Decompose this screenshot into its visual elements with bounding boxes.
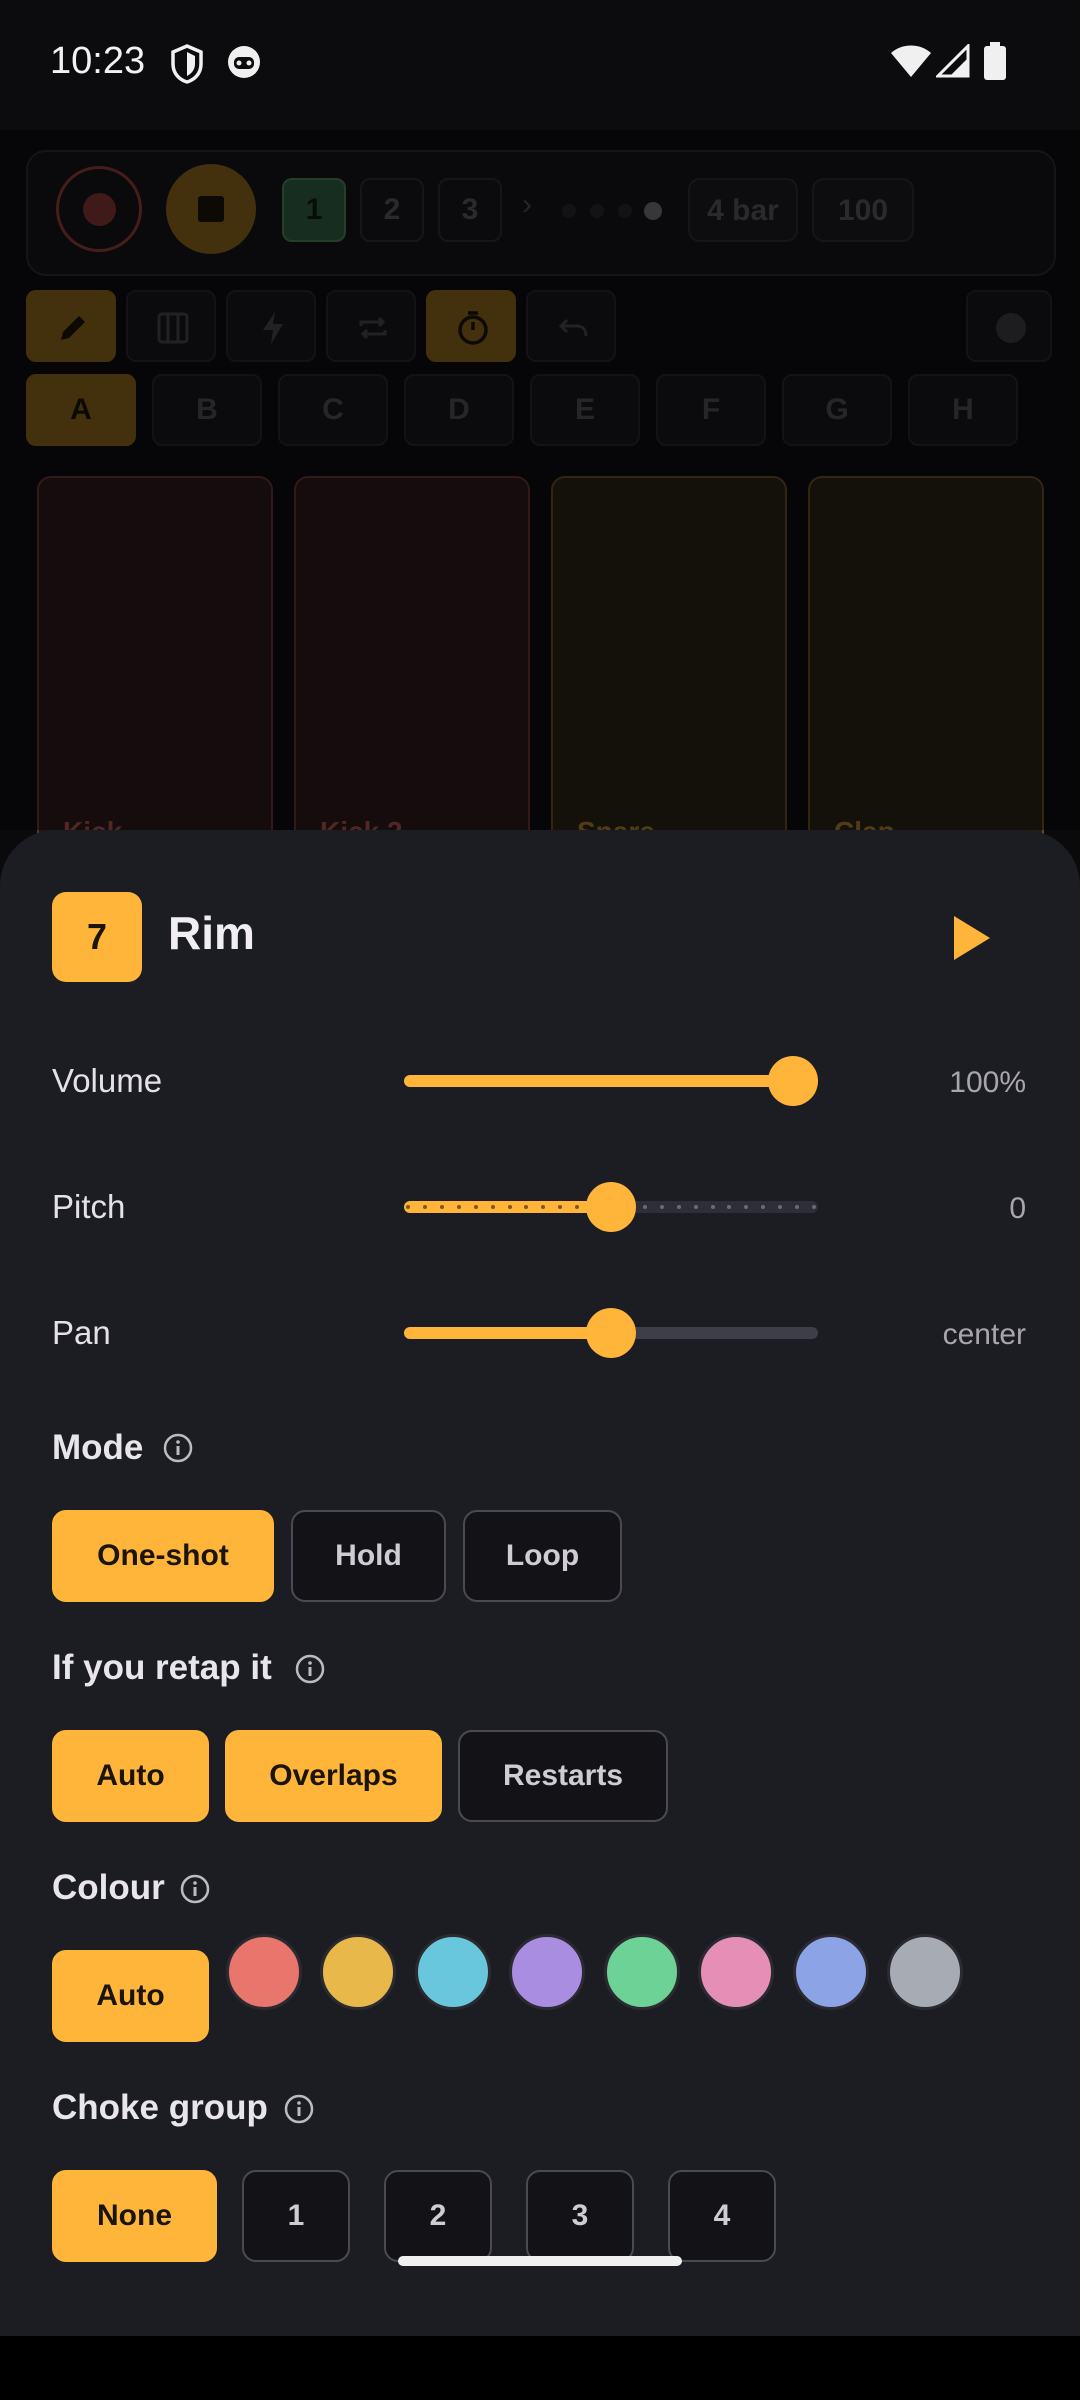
info-icon[interactable] [295, 1654, 325, 1684]
mode-title: Mode [52, 1428, 144, 1467]
choke-option-3[interactable]: 3 [526, 2170, 634, 2262]
slider-thumb[interactable] [586, 1182, 636, 1232]
slider-thumb[interactable] [768, 1056, 818, 1106]
status-time: 10:23 [50, 40, 146, 82]
slider-tick [710, 1205, 715, 1209]
info-icon[interactable] [284, 2094, 314, 2124]
colour-title: Colour [52, 1868, 165, 1907]
mode-option-loop[interactable]: Loop [463, 1510, 622, 1602]
colour-swatch-blue[interactable] [793, 1934, 869, 2010]
slider-tick [676, 1205, 681, 1209]
info-icon[interactable] [180, 1874, 210, 1904]
slider-fill [404, 1327, 611, 1339]
app-notification-icon [228, 46, 260, 78]
slider-tick [406, 1205, 410, 1209]
slider-tick [693, 1205, 698, 1209]
pitch-value: 0 [1009, 1192, 1026, 1225]
battery-icon [984, 42, 1006, 80]
retap-option-overlaps[interactable]: Overlaps [225, 1730, 442, 1822]
slider-tick [439, 1205, 444, 1209]
choke-option-2[interactable]: 2 [384, 2170, 492, 2262]
slider-thumb[interactable] [586, 1308, 636, 1358]
slider-tick [507, 1205, 512, 1209]
home-gesture-handle[interactable] [398, 2256, 682, 2266]
play-icon[interactable] [946, 910, 996, 966]
modal-scrim[interactable] [0, 130, 1080, 830]
pad-number-badge: 7 [52, 892, 142, 982]
colour-option-auto[interactable]: Auto [52, 1950, 209, 2042]
slider-tick [422, 1205, 427, 1209]
pitch-label: Pitch [52, 1188, 126, 1225]
slider-tick [642, 1205, 647, 1209]
signal-icon [936, 44, 970, 78]
slider-tick [659, 1205, 664, 1209]
volume-value: 100% [949, 1066, 1026, 1099]
colour-swatch-grey[interactable] [887, 1934, 963, 2010]
info-icon[interactable] [163, 1433, 193, 1463]
colour-swatch-pink[interactable] [698, 1934, 774, 2010]
mode-option-hold[interactable]: Hold [291, 1510, 446, 1602]
slider-tick [456, 1205, 461, 1209]
pan-slider[interactable] [404, 1308, 818, 1358]
colour-swatch-green[interactable] [604, 1934, 680, 2010]
volume-slider[interactable] [404, 1056, 818, 1106]
choke-option-none[interactable]: None [52, 2170, 217, 2262]
shield-icon [171, 44, 203, 84]
pad-name: Rim [168, 907, 255, 959]
pad-settings-sheet: 7 Rim Volume 100% Pitch 0 Pan center Mod… [0, 830, 1080, 2336]
pan-label: Pan [52, 1314, 111, 1351]
colour-swatch-yellow[interactable] [320, 1934, 396, 2010]
retap-option-restarts[interactable]: Restarts [458, 1730, 668, 1822]
volume-label: Volume [52, 1062, 163, 1099]
slider-tick [473, 1205, 478, 1209]
choke-option-4[interactable]: 4 [668, 2170, 776, 2262]
colour-swatch-purple[interactable] [509, 1934, 585, 2010]
choke-group-title: Choke group [52, 2088, 268, 2127]
slider-tick [812, 1205, 816, 1209]
slider-tick [490, 1205, 495, 1209]
colour-swatch-red[interactable] [226, 1934, 302, 2010]
colour-swatch-cyan[interactable] [415, 1934, 491, 2010]
retap-option-auto[interactable]: Auto [52, 1730, 209, 1822]
retap-title: If you retap it [52, 1648, 272, 1687]
slider-fill [404, 1075, 818, 1087]
pan-value: center [942, 1318, 1026, 1351]
mode-option-one-shot[interactable]: One-shot [52, 1510, 274, 1602]
status-bar: 10:23 [0, 0, 1080, 130]
wifi-icon [891, 45, 931, 77]
navigation-bar [0, 2336, 1080, 2400]
choke-option-1[interactable]: 1 [242, 2170, 350, 2262]
pitch-slider[interactable] [404, 1182, 818, 1232]
